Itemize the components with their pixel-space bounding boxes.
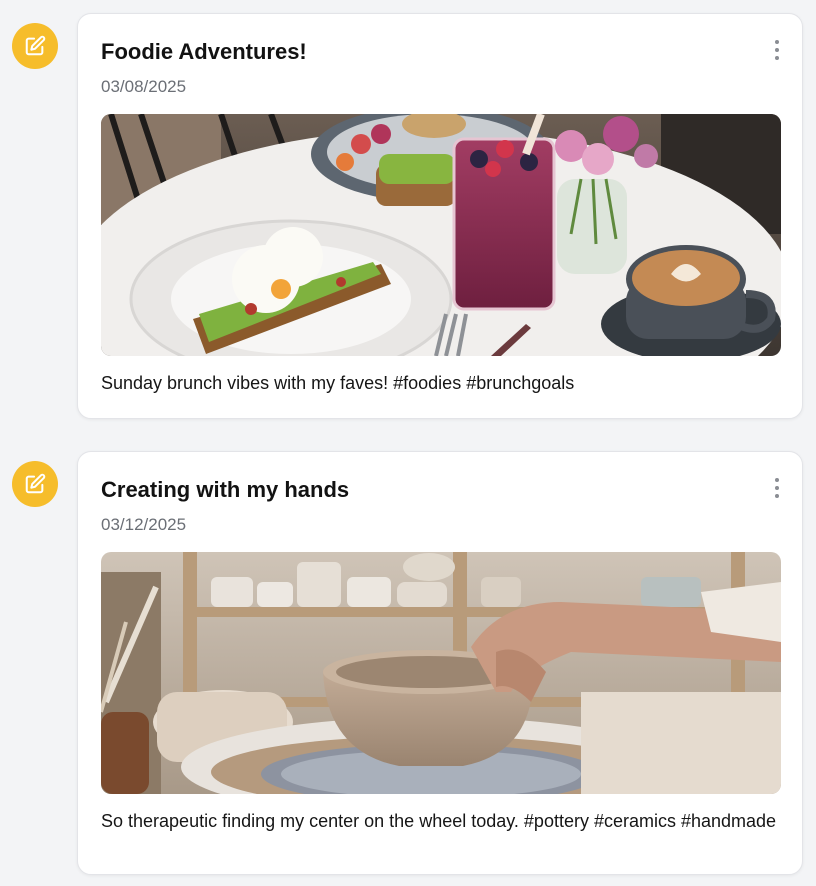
post-menu-button[interactable]	[770, 40, 784, 60]
post-entry: Foodie Adventures! 03/08/2025 Sunday bru…	[0, 0, 816, 430]
post-photo[interactable]	[101, 552, 781, 794]
post-caption: So therapeutic finding my center on the …	[101, 811, 777, 831]
brunch-table-photo	[101, 114, 781, 356]
post-title: Foodie Adventures!	[101, 39, 307, 64]
post-date: 03/12/2025	[101, 515, 187, 534]
edit-post-button[interactable]	[12, 23, 58, 69]
more-vertical-icon	[775, 478, 779, 482]
pottery-wheel-photo	[101, 552, 781, 794]
post-entry: Creating with my hands 03/12/2025 So the…	[0, 438, 816, 886]
more-dot	[775, 56, 779, 60]
post-photo[interactable]	[101, 114, 781, 356]
more-vertical-icon	[775, 40, 779, 44]
post-menu-button[interactable]	[770, 478, 784, 498]
post-caption: Sunday brunch vibes with my faves! #food…	[101, 373, 575, 393]
pencil-square-icon	[25, 473, 46, 494]
pencil-square-icon	[25, 35, 46, 56]
post-card: Foodie Adventures! 03/08/2025 Sunday bru…	[77, 13, 803, 419]
post-date: 03/08/2025	[101, 77, 187, 96]
post-card: Creating with my hands 03/12/2025 So the…	[77, 451, 803, 875]
post-title: Creating with my hands	[101, 477, 350, 502]
more-dot	[775, 494, 779, 498]
edit-post-button[interactable]	[12, 461, 58, 507]
more-dot	[775, 48, 779, 52]
more-dot	[775, 486, 779, 490]
